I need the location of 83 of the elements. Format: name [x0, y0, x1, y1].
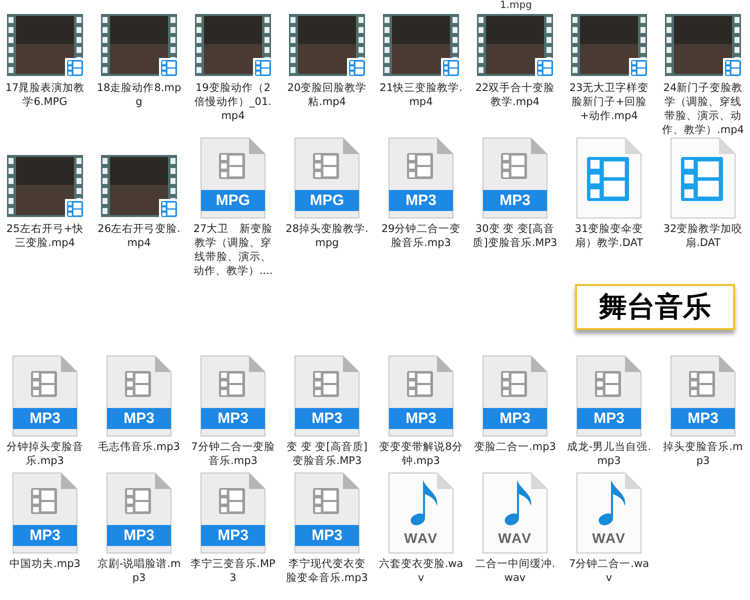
file-type-label: MP3: [216, 526, 250, 545]
file-name[interactable]: 31变脸变伞变扇）教学.DAT: [566, 222, 652, 250]
file-type-label: MP3: [404, 191, 438, 210]
file-name[interactable]: 变变变带解说8分钟.mp3: [378, 440, 464, 468]
section-banner: 舞台音乐: [575, 284, 735, 330]
file-name[interactable]: 19变脸动作（2倍慢动作）_01.mp4: [190, 81, 276, 123]
document-icon: [481, 137, 549, 219]
document-icon: [293, 355, 361, 437]
file-name[interactable]: 变脸二合一.mp3: [472, 440, 558, 454]
file-type-label: MP3: [310, 409, 344, 428]
file-type-label: MP3: [216, 409, 250, 428]
document-icon: [105, 355, 173, 437]
file-name[interactable]: 30变 变 变[高音质]变脸音乐.MP3: [472, 222, 558, 250]
file-name[interactable]: 18走脸动作8.mpg: [96, 81, 182, 109]
file-type-label: MP3: [122, 409, 156, 428]
file-name[interactable]: 7分钟二合一变脸音乐.mp3: [190, 440, 276, 468]
file-name[interactable]: 32变脸教学加咬扇.DAT: [660, 222, 746, 250]
document-icon: [199, 355, 267, 437]
document-icon: [481, 355, 549, 437]
film-file-icon: [575, 137, 643, 219]
file-name[interactable]: 23无大卫字样变脸新门子+回脸+动作.mp4: [566, 81, 652, 123]
document-icon: [199, 137, 267, 219]
file-type-label: MP3: [592, 409, 626, 428]
list-icon: [441, 58, 461, 78]
list-icon: [159, 199, 179, 219]
file-name[interactable]: 25左右开弓+快三变脸.mp4: [2, 222, 88, 250]
document-icon: [11, 355, 79, 437]
file-type-label: MP3: [28, 409, 62, 428]
file-name[interactable]: 二合一中间缓冲.wav: [472, 557, 558, 585]
file-name[interactable]: 17晁脸表演加教学6.MPG: [2, 81, 88, 109]
file-name[interactable]: 毛志伟音乐.mp3: [96, 440, 182, 454]
file-type-label: MP3: [404, 409, 438, 428]
film-file-icon: [669, 137, 737, 219]
file-name: 1.mpg: [500, 0, 532, 11]
file-name[interactable]: 京剧-说唱脸谱.mp3: [96, 557, 182, 585]
file-type-label: WAV: [497, 530, 533, 546]
file-name[interactable]: 26左右开弓变脸.mp4: [96, 222, 182, 250]
file-name[interactable]: 24新门子变脸教学（调脸、穿线带脸、演示、动作、教学）.mp4: [660, 81, 746, 137]
file-type-label: MP3: [310, 526, 344, 545]
list-icon: [723, 58, 743, 78]
file-name[interactable]: 27大卫 新变脸教学（调脸、穿线带脸、演示、动作、教学）....: [190, 222, 276, 278]
file-name[interactable]: 变 变 变[高音质]变脸音乐.MP3: [284, 440, 370, 468]
file-name[interactable]: 成龙-男儿当自强.mp3: [566, 440, 652, 468]
document-icon: [387, 137, 455, 219]
file-name[interactable]: 22双手合十变脸教学.mp4: [472, 81, 558, 109]
file-type-label: MPG: [214, 191, 252, 210]
music-file-icon: [481, 472, 549, 554]
file-type-label: MP3: [498, 191, 532, 210]
file-name[interactable]: 分钟掉头变脸音乐.mp3: [2, 440, 88, 468]
list-icon: [253, 58, 273, 78]
document-icon: [293, 472, 361, 554]
file-name[interactable]: 29分钟二合一变脸音乐.mp3: [378, 222, 464, 250]
document-icon: [387, 355, 455, 437]
list-icon: [65, 58, 85, 78]
file-name[interactable]: 28掉头变脸教学.mpg: [284, 222, 370, 250]
music-file-icon: [387, 472, 455, 554]
document-icon: [669, 355, 737, 437]
file-type-label: MP3: [28, 526, 62, 545]
file-type-label: WAV: [591, 530, 627, 546]
file-name[interactable]: 六套变衣变脸.wav: [378, 557, 464, 585]
file-type-label: WAV: [403, 530, 439, 546]
music-file-icon: [575, 472, 643, 554]
document-icon: [105, 472, 173, 554]
file-name[interactable]: 李宁现代变衣变脸变伞音乐.mp3: [284, 557, 370, 585]
list-icon: [65, 199, 85, 219]
file-name[interactable]: 21快三变脸教学.mp4: [378, 81, 464, 109]
file-name[interactable]: 掉头变脸音乐.mp3: [660, 440, 746, 468]
list-icon: [159, 58, 179, 78]
file-name[interactable]: 7分钟二合一.wav: [566, 557, 652, 585]
list-icon: [535, 58, 555, 78]
list-icon: [347, 58, 367, 78]
file-type-label: MP3: [498, 409, 532, 428]
document-icon: [11, 472, 79, 554]
file-type-label: MP3: [686, 409, 720, 428]
file-name[interactable]: 李宁三变音乐.MP3: [190, 557, 276, 585]
document-icon: [199, 472, 267, 554]
document-icon: [293, 137, 361, 219]
list-icon: [629, 58, 649, 78]
document-icon: [575, 355, 643, 437]
file-name[interactable]: 20变脸回脸教学粘.mp4: [284, 81, 370, 109]
file-type-label: MPG: [308, 191, 346, 210]
file-name[interactable]: 中国功夫.mp3: [2, 557, 88, 571]
file-type-label: MP3: [122, 526, 156, 545]
